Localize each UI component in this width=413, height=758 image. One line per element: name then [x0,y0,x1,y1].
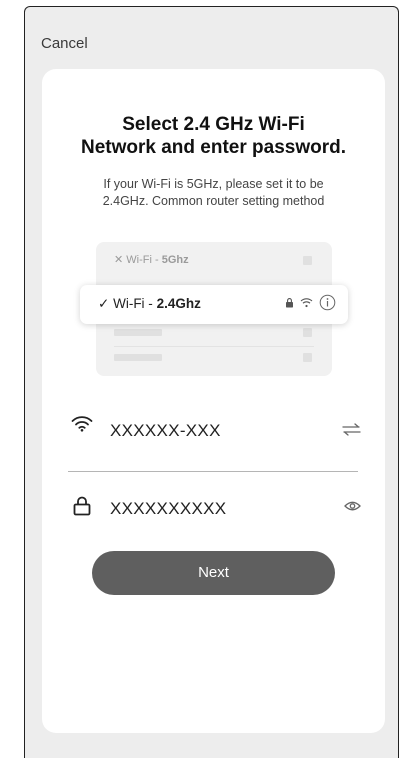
cross-icon: ✕ [114,254,124,266]
network-24g-label: ✓ Wi-Fi - 2.4Ghz [98,296,201,312]
title-line-2: Network and enter password. [80,137,346,158]
ssid-input[interactable]: XXXXXX-XXX [110,421,221,441]
network-5g-row: ✕ Wi-Fi - 5Ghz [114,253,189,266]
placeholder-square [303,328,312,337]
placeholder-square [303,353,312,362]
wifi-setup-card: Select 2.4 GHz Wi-Fi Network and enter p… [42,69,385,733]
subtitle: If your Wi-Fi is 5GHz, please set it to … [42,176,385,210]
title-line-1: Select 2.4 GHz Wi-Fi [122,114,305,135]
network-5g-band: 5Ghz [161,254,189,266]
network-24g-band: 2.4Ghz [156,296,201,311]
phone-frame: Cancel Select 2.4 GHz Wi-Fi Network and … [24,6,399,758]
lock-icon [73,496,91,516]
placeholder-bar [114,354,162,361]
check-icon: ✓ [98,296,110,311]
subtitle-line-2: 2.4GHz. Common router setting method [102,194,325,208]
wifi-icon [71,416,93,432]
placeholder-square [303,256,312,265]
placeholder-bar [114,329,162,336]
network-24g-icons [285,294,336,311]
divider [114,346,314,347]
password-input[interactable]: XXXXXXXXXX [110,499,226,519]
swap-arrows-icon[interactable] [342,423,361,436]
network-5g-prefix: Wi-Fi - [126,254,162,266]
lock-icon [286,298,293,308]
network-24g-prefix: Wi-Fi - [113,296,157,311]
network-24g-row: ✓ Wi-Fi - 2.4Ghz [80,285,348,324]
next-button[interactable]: Next [92,551,335,595]
wifi-icon [300,298,313,308]
page-title: Select 2.4 GHz Wi-Fi Network and enter p… [42,113,385,159]
field-divider [68,471,358,472]
eye-icon[interactable] [344,500,361,512]
subtitle-line-1: If your Wi-Fi is 5GHz, please set it to … [103,177,324,191]
cancel-button[interactable]: Cancel [41,35,88,52]
info-icon[interactable] [319,294,336,311]
